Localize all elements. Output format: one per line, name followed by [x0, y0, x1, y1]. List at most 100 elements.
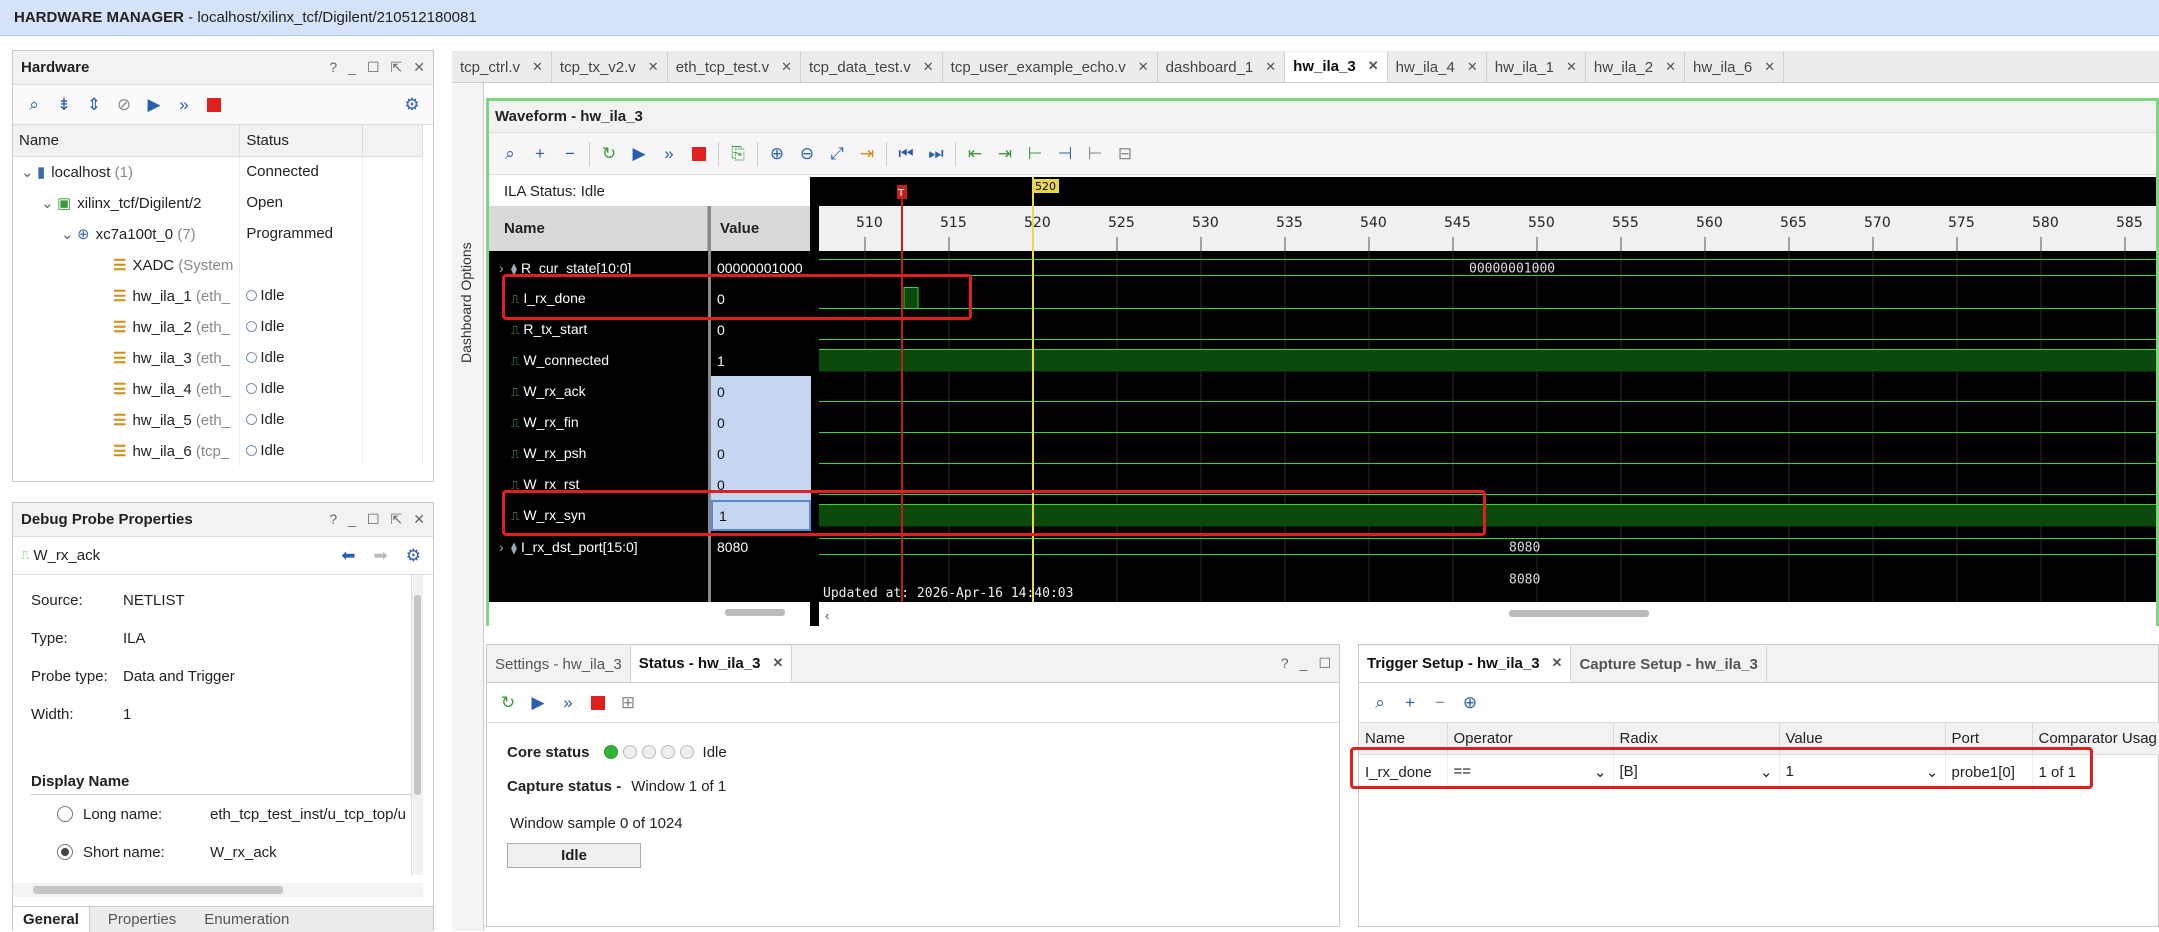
editor-tab[interactable]: hw_ila_3 ✕	[1285, 52, 1388, 82]
help-icon[interactable]: ?	[329, 59, 337, 76]
run-trigger-icon[interactable]: ▶	[139, 90, 169, 120]
chevron-down-icon[interactable]: ⌄	[41, 194, 57, 212]
tab-properties[interactable]: Properties	[90, 907, 194, 932]
auto-retrigger-icon[interactable]: ↻	[594, 139, 624, 169]
hardware-tree-row[interactable]: ☰ XADC (System	[13, 249, 423, 280]
go-to-start-icon[interactable]: ⏮	[891, 139, 921, 169]
float-icon[interactable]: ⇱	[391, 59, 403, 76]
editor-tab[interactable]: hw_ila_2 ✕	[1586, 52, 1685, 82]
hardware-tree-row[interactable]: ☰ hw_ila_2 (eth_ Idle	[13, 311, 423, 342]
minimize-icon[interactable]: _	[1300, 655, 1308, 672]
editor-tab[interactable]: hw_ila_1 ✕	[1487, 52, 1586, 82]
chevron-right-icon[interactable]: ›	[499, 539, 511, 555]
next-marker-icon[interactable]: ⊢	[1080, 139, 1110, 169]
close-icon[interactable]: ✕	[648, 59, 659, 75]
run-trigger-icon[interactable]: ▶	[624, 139, 654, 169]
close-icon[interactable]: ✕	[1467, 59, 1478, 75]
hardware-tree-row[interactable]: ⌄ ▣ xilinx_tcf/Digilent/2 Open	[13, 187, 423, 218]
close-icon[interactable]: ✕	[1566, 59, 1577, 75]
previous-transition-icon[interactable]: ⇤	[960, 139, 990, 169]
run-immediate-icon[interactable]: »	[553, 688, 583, 718]
expand-all-icon[interactable]: ⇕	[79, 90, 109, 120]
props-hscrollbar[interactable]	[13, 883, 423, 897]
trigger-at-startup-icon[interactable]: ⊞	[613, 688, 643, 718]
close-icon[interactable]: ✕	[413, 511, 425, 528]
close-icon[interactable]: ✕	[772, 655, 783, 671]
back-arrow-icon[interactable]: ⬅	[341, 546, 355, 566]
col-value-header[interactable]: Value	[710, 206, 810, 251]
restore-icon[interactable]: ☐	[367, 511, 380, 528]
close-icon[interactable]: ✕	[781, 59, 792, 75]
editor-tab[interactable]: dashboard_1 ✕	[1158, 52, 1286, 82]
run-trigger-icon[interactable]: ▶	[523, 688, 553, 718]
dashboard-options-label[interactable]: Dashboard Options	[458, 242, 474, 363]
close-icon[interactable]: ✕	[1265, 59, 1276, 75]
hardware-tree-row[interactable]: ☰ hw_ila_6 (tcp_ Idle	[13, 435, 423, 466]
auto-retrigger-icon[interactable]: ↻	[493, 688, 523, 718]
col-name[interactable]: Name	[13, 125, 241, 157]
waveform-plot[interactable]: 510 515 520 525 530 535 540 545 550 555 560 565 570 5…	[819, 177, 2156, 626]
editor-tab[interactable]: hw_ila_6 ✕	[1685, 52, 1785, 82]
export-icon[interactable]: ⎘	[723, 139, 753, 169]
dashboard-options-strip[interactable]: Dashboard Options	[452, 83, 484, 931]
go-to-cursor-icon[interactable]: ⇥	[852, 139, 882, 169]
close-icon[interactable]: ✕	[1665, 59, 1676, 75]
next-transition-icon[interactable]: ⇥	[990, 139, 1020, 169]
collapse-all-icon[interactable]: ⇟	[49, 90, 79, 120]
help-icon[interactable]: ?	[1281, 655, 1289, 672]
editor-tab[interactable]: tcp_data_test.v ✕	[801, 52, 943, 82]
add-icon[interactable]: +	[1395, 688, 1425, 718]
editor-tab[interactable]: tcp_ctrl.v ✕	[452, 52, 552, 82]
close-icon[interactable]: ✕	[1368, 58, 1379, 74]
tab-general[interactable]: General	[13, 907, 90, 932]
signal-name-row[interactable]: ⎍ W_connected	[499, 345, 707, 376]
tab-enumeration[interactable]: Enumeration	[194, 907, 299, 932]
chevron-down-icon[interactable]: ⌄	[21, 163, 37, 181]
restore-icon[interactable]: ☐	[1318, 655, 1331, 672]
gear-icon[interactable]: ⚙	[397, 90, 427, 120]
close-icon[interactable]: ✕	[1552, 655, 1563, 671]
signal-name-row[interactable]: ⎍ W_rx_psh	[499, 438, 707, 469]
close-icon[interactable]: ✕	[532, 59, 543, 75]
hardware-tree-row[interactable]: ☰ hw_ila_3 (eth_ Idle	[13, 342, 423, 373]
search-icon[interactable]: ⌕	[495, 139, 525, 169]
remove-icon[interactable]: −	[555, 139, 585, 169]
close-icon[interactable]: ✕	[413, 59, 425, 76]
col-name-header[interactable]: Name	[489, 206, 708, 251]
stop-icon[interactable]	[199, 90, 229, 120]
signal-name-row[interactable]: ⎍ W_rx_ack	[499, 376, 707, 407]
help-icon[interactable]: ?	[329, 511, 337, 528]
status-idle-button[interactable]: Idle	[507, 843, 641, 868]
stop-icon[interactable]	[684, 139, 714, 169]
minimize-icon[interactable]: _	[348, 511, 356, 528]
editor-tab[interactable]: tcp_user_example_echo.v ✕	[943, 52, 1158, 82]
condition-icon[interactable]: ⊕	[1455, 688, 1485, 718]
col-status[interactable]: Status	[239, 125, 364, 157]
signal-name-row[interactable]: ⎍ W_rx_fin	[499, 407, 707, 438]
disconnect-icon[interactable]: ⊘	[109, 90, 139, 120]
previous-marker-icon[interactable]: ⊣	[1050, 139, 1080, 169]
run-immediate-icon[interactable]: »	[169, 90, 199, 120]
zoom-out-icon[interactable]: ⊖	[792, 139, 822, 169]
remove-icon[interactable]: −	[1425, 688, 1455, 718]
restore-icon[interactable]: ☐	[367, 59, 380, 76]
chevron-down-icon[interactable]: ⌄	[61, 225, 77, 243]
minimize-icon[interactable]: _	[348, 59, 356, 76]
stop-icon[interactable]	[583, 688, 613, 718]
close-icon[interactable]: ✕	[1764, 59, 1775, 75]
search-icon[interactable]: ⌕	[1365, 688, 1395, 718]
hardware-tree-row[interactable]: ⌄ ⊕ xc7a100t_0 (7) Programmed	[13, 218, 423, 249]
close-icon[interactable]: ✕	[923, 59, 934, 75]
tab-settings[interactable]: Settings - hw_ila_3	[487, 646, 631, 682]
run-immediate-icon[interactable]: »	[654, 139, 684, 169]
forward-arrow-icon[interactable]: ➡	[374, 546, 388, 566]
editor-tab[interactable]: tcp_tx_v2.v ✕	[552, 52, 668, 82]
namepane-scroll[interactable]	[489, 602, 810, 626]
editor-tab[interactable]: hw_ila_4 ✕	[1388, 52, 1487, 82]
short-name-radio[interactable]	[57, 844, 73, 860]
gear-icon[interactable]: ⚙	[406, 546, 421, 566]
hardware-tree-row[interactable]: ⌄ ▮ localhost (1) Connected	[13, 156, 423, 187]
go-to-end-icon[interactable]: ⏭	[921, 139, 951, 169]
add-icon[interactable]: +	[525, 139, 555, 169]
long-name-radio[interactable]	[57, 806, 73, 822]
